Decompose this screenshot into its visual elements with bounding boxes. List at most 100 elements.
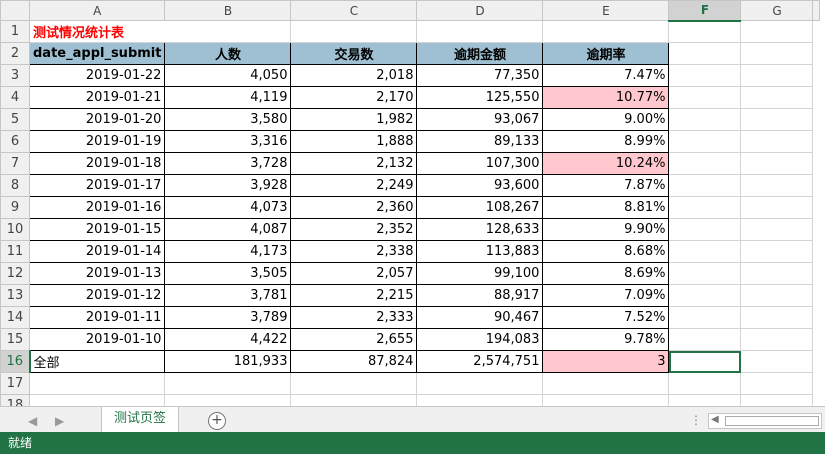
cell[interactable] (290, 20, 418, 43)
column-header-e[interactable]: E (542, 0, 670, 21)
column-header-b[interactable]: B (164, 0, 292, 21)
cell[interactable] (668, 86, 742, 109)
data-cell[interactable]: 77,350 (416, 64, 544, 87)
scrollbar-thumb[interactable] (725, 416, 819, 426)
cell[interactable] (740, 20, 814, 43)
row-header-10[interactable]: 10 (0, 218, 30, 241)
data-cell[interactable]: 9.90% (542, 218, 670, 241)
row-header-4[interactable]: 4 (0, 86, 30, 109)
cell[interactable] (740, 306, 814, 329)
cell[interactable] (668, 152, 742, 175)
horizontal-scrollbar[interactable]: ◀ (708, 413, 822, 429)
header-cell[interactable]: 交易数 (290, 42, 418, 65)
data-cell[interactable]: 8.81% (542, 196, 670, 219)
data-cell[interactable]: 7.87% (542, 174, 670, 197)
header-cell[interactable]: date_appl_submit (28, 42, 166, 65)
column-header-d[interactable]: D (416, 0, 544, 21)
data-cell[interactable]: 99,100 (416, 262, 544, 285)
cell[interactable] (416, 372, 544, 395)
data-cell[interactable]: 2,352 (290, 218, 418, 241)
cell[interactable] (740, 218, 814, 241)
data-cell[interactable]: 128,633 (416, 218, 544, 241)
cell[interactable] (740, 262, 814, 285)
cell[interactable] (668, 174, 742, 197)
data-cell[interactable]: 93,067 (416, 108, 544, 131)
cell[interactable] (28, 372, 166, 395)
data-cell[interactable]: 2,338 (290, 240, 418, 263)
row-header-9[interactable]: 9 (0, 196, 30, 219)
total-cell[interactable]: 87,824 (290, 350, 418, 373)
row-header-7[interactable]: 7 (0, 152, 30, 175)
data-cell[interactable]: 2019-01-11 (28, 306, 166, 329)
cell[interactable] (740, 196, 814, 219)
data-cell[interactable]: 8.69% (542, 262, 670, 285)
cell[interactable] (668, 284, 742, 307)
data-cell[interactable]: 2019-01-19 (28, 130, 166, 153)
row-header-15[interactable]: 15 (0, 328, 30, 351)
row-header-6[interactable]: 6 (0, 130, 30, 153)
column-header-f[interactable]: F (668, 0, 742, 22)
data-cell[interactable]: 2019-01-22 (28, 64, 166, 87)
total-cell[interactable]: 2,574,751 (416, 350, 544, 373)
total-cell[interactable]: 181,933 (164, 350, 292, 373)
data-cell[interactable]: 7.09% (542, 284, 670, 307)
cell[interactable] (28, 394, 166, 406)
sheet-tab-active[interactable]: 测试页签 (101, 407, 179, 434)
data-cell[interactable]: 108,267 (416, 196, 544, 219)
data-cell[interactable]: 10.77% (542, 86, 670, 109)
data-cell[interactable]: 89,133 (416, 130, 544, 153)
data-cell[interactable]: 4,073 (164, 196, 292, 219)
cell[interactable] (668, 240, 742, 263)
row-header-18[interactable]: 18 (0, 394, 30, 406)
data-cell[interactable]: 113,883 (416, 240, 544, 263)
add-sheet-icon[interactable]: + (208, 412, 226, 430)
cell[interactable] (668, 306, 742, 329)
data-cell[interactable]: 2019-01-12 (28, 284, 166, 307)
row-header-12[interactable]: 12 (0, 262, 30, 285)
scroll-left-icon[interactable]: ◀ (711, 414, 719, 425)
cell[interactable] (740, 130, 814, 153)
cell[interactable] (416, 20, 544, 43)
total-cell[interactable]: 3 (542, 350, 670, 373)
cell[interactable] (290, 394, 418, 406)
data-cell[interactable]: 3,781 (164, 284, 292, 307)
cell[interactable] (740, 328, 814, 351)
data-cell[interactable]: 4,119 (164, 86, 292, 109)
cell[interactable] (740, 240, 814, 263)
data-cell[interactable]: 194,083 (416, 328, 544, 351)
data-cell[interactable]: 2,057 (290, 262, 418, 285)
column-header-g[interactable]: G (740, 0, 814, 21)
row-header-1[interactable]: 1 (0, 20, 30, 43)
data-cell[interactable]: 7.47% (542, 64, 670, 87)
data-cell[interactable]: 2019-01-17 (28, 174, 166, 197)
data-cell[interactable]: 2019-01-21 (28, 86, 166, 109)
cell[interactable] (668, 64, 742, 87)
cell[interactable] (740, 86, 814, 109)
data-cell[interactable]: 90,467 (416, 306, 544, 329)
cell[interactable] (668, 328, 742, 351)
data-cell[interactable]: 7.52% (542, 306, 670, 329)
cell[interactable] (164, 372, 292, 395)
cell[interactable] (668, 262, 742, 285)
row-header-2[interactable]: 2 (0, 42, 30, 65)
data-cell[interactable]: 1,982 (290, 108, 418, 131)
data-cell[interactable]: 3,505 (164, 262, 292, 285)
data-cell[interactable]: 107,300 (416, 152, 544, 175)
data-cell[interactable]: 4,050 (164, 64, 292, 87)
data-cell[interactable]: 1,888 (290, 130, 418, 153)
cell[interactable] (542, 372, 670, 395)
cell[interactable] (290, 372, 418, 395)
splitter-icon[interactable]: ⋮ (690, 413, 702, 427)
data-cell[interactable]: 2,249 (290, 174, 418, 197)
column-header-a[interactable]: A (28, 0, 166, 21)
cell[interactable] (668, 42, 742, 65)
cell[interactable] (668, 394, 742, 406)
data-cell[interactable]: 2,170 (290, 86, 418, 109)
data-cell[interactable]: 4,087 (164, 218, 292, 241)
cell[interactable] (740, 350, 814, 373)
data-cell[interactable]: 2019-01-16 (28, 196, 166, 219)
header-cell[interactable]: 逾期率 (542, 42, 670, 65)
data-cell[interactable]: 2019-01-10 (28, 328, 166, 351)
data-cell[interactable]: 3,789 (164, 306, 292, 329)
data-cell[interactable]: 4,422 (164, 328, 292, 351)
